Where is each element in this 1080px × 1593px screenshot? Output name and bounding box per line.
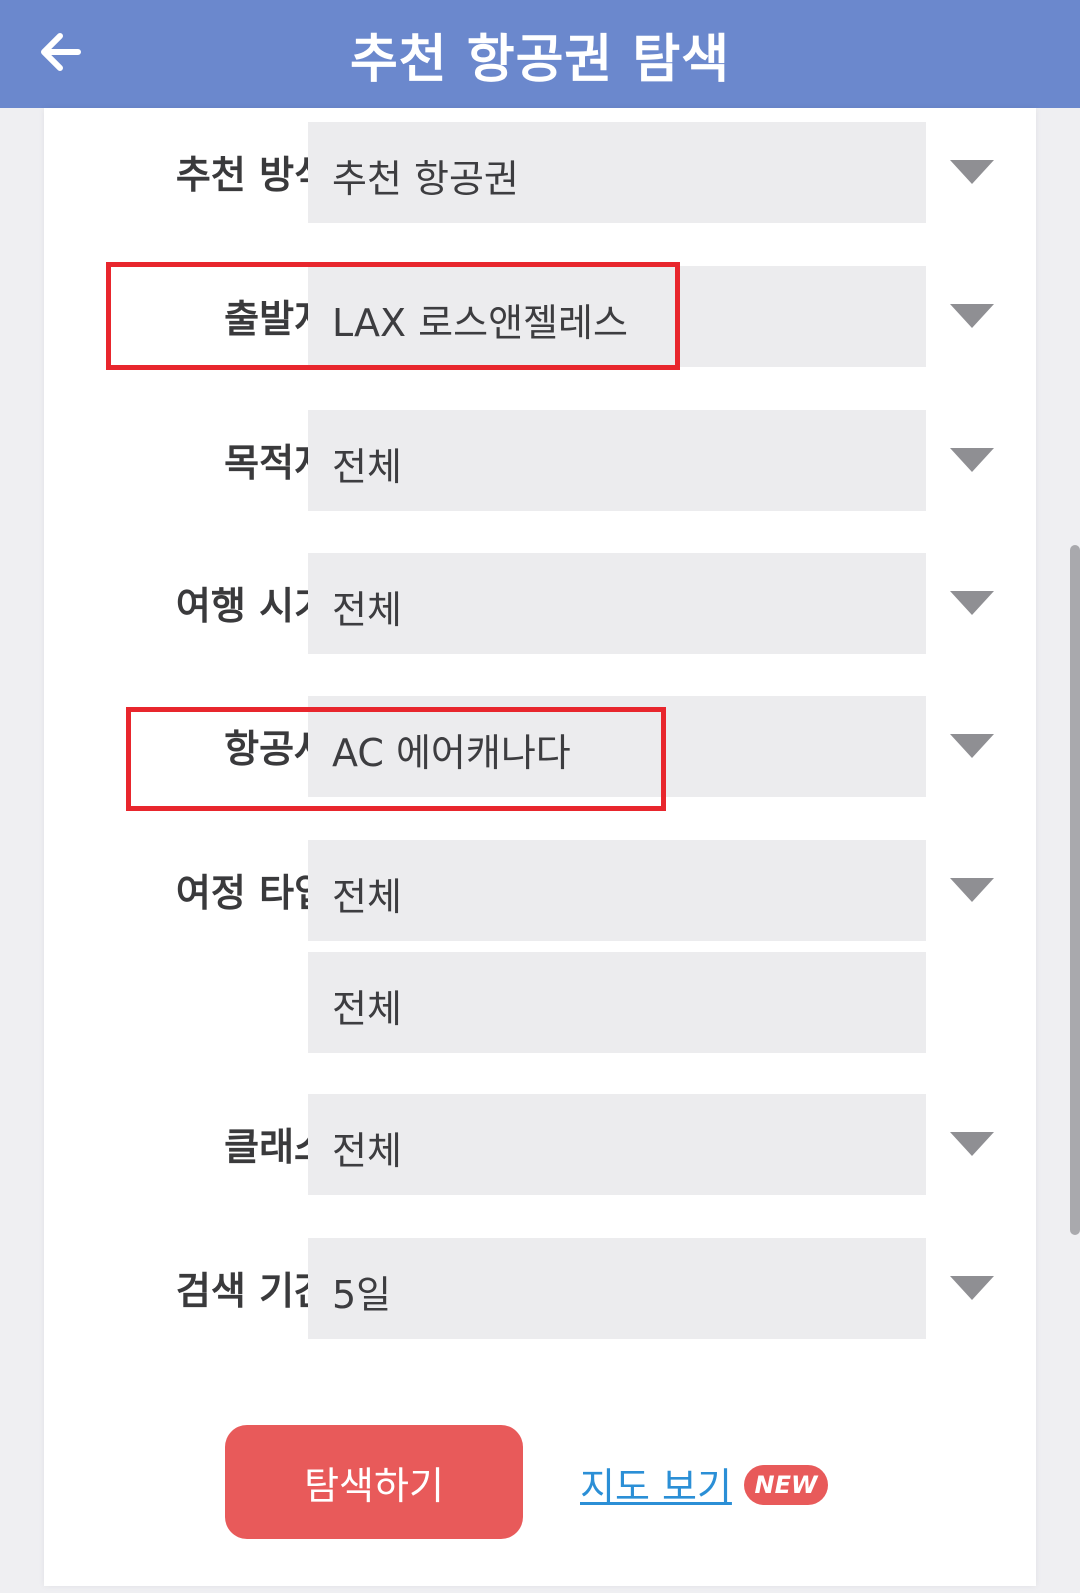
- recommend-method-select[interactable]: 추천 항공권: [308, 122, 926, 223]
- airline-select[interactable]: AC 에어캐나다: [308, 696, 926, 797]
- row-recommend-method: 추천 방식 추천 항공권: [44, 122, 1036, 223]
- destination-select[interactable]: 전체: [308, 410, 926, 511]
- select-value: 전체: [332, 875, 402, 919]
- field-label: 여정 타입: [175, 871, 329, 915]
- chevron-down-icon[interactable]: [950, 734, 994, 758]
- chevron-down-icon[interactable]: [950, 878, 994, 902]
- new-badge: NEW: [744, 1465, 828, 1505]
- search-period-select[interactable]: 5일: [308, 1238, 926, 1339]
- map-view-link[interactable]: 지도 보기: [580, 1456, 732, 1511]
- chevron-down-icon[interactable]: [950, 160, 994, 184]
- app-header: 추천 항공권 탐색: [0, 0, 1080, 108]
- search-button[interactable]: 탐색하기: [225, 1425, 523, 1539]
- row-itinerary-type: 여정 타입 전체: [44, 840, 1036, 941]
- departure-select[interactable]: LAX 로스앤젤레스: [308, 266, 926, 367]
- select-value: 추천 항공권: [332, 157, 519, 201]
- row-itinerary-type-secondary: 전체: [44, 952, 1036, 1053]
- chevron-down-icon[interactable]: [950, 1276, 994, 1300]
- row-departure: 출발지 LAX 로스앤젤레스: [44, 266, 1036, 367]
- select-value: 5일: [332, 1273, 392, 1317]
- travel-period-select[interactable]: 전체: [308, 553, 926, 654]
- select-value: 전체: [332, 987, 402, 1031]
- class-select[interactable]: 전체: [308, 1094, 926, 1195]
- row-destination: 목적지 전체: [44, 410, 1036, 511]
- row-airline: 항공사 AC 에어캐나다: [44, 696, 1036, 797]
- chevron-down-icon[interactable]: [950, 591, 994, 615]
- field-label: 추천 방식: [175, 153, 329, 197]
- search-form-card: 추천 방식 추천 항공권 출발지 LAX 로스앤젤레스 목적지 전체 여행 시기…: [44, 108, 1036, 1586]
- chevron-down-icon[interactable]: [950, 304, 994, 328]
- scrollbar[interactable]: [1070, 545, 1080, 1235]
- select-value: AC 에어캐나다: [332, 731, 571, 775]
- select-value: 전체: [332, 445, 402, 489]
- select-value: 전체: [332, 588, 402, 632]
- chevron-down-icon[interactable]: [950, 1132, 994, 1156]
- field-label: 검색 기간: [175, 1269, 329, 1313]
- select-value: 전체: [332, 1129, 402, 1173]
- field-label: 여행 시기: [175, 584, 329, 628]
- row-class: 클래스 전체: [44, 1094, 1036, 1195]
- select-value: LAX 로스앤젤레스: [332, 301, 628, 345]
- itinerary-type-secondary-select[interactable]: 전체: [308, 952, 926, 1053]
- row-search-period: 검색 기간 5일: [44, 1238, 1036, 1339]
- itinerary-type-select[interactable]: 전체: [308, 840, 926, 941]
- page-title: 추천 항공권 탐색: [349, 29, 731, 90]
- row-travel-period: 여행 시기 전체: [44, 553, 1036, 654]
- chevron-down-icon[interactable]: [950, 448, 994, 472]
